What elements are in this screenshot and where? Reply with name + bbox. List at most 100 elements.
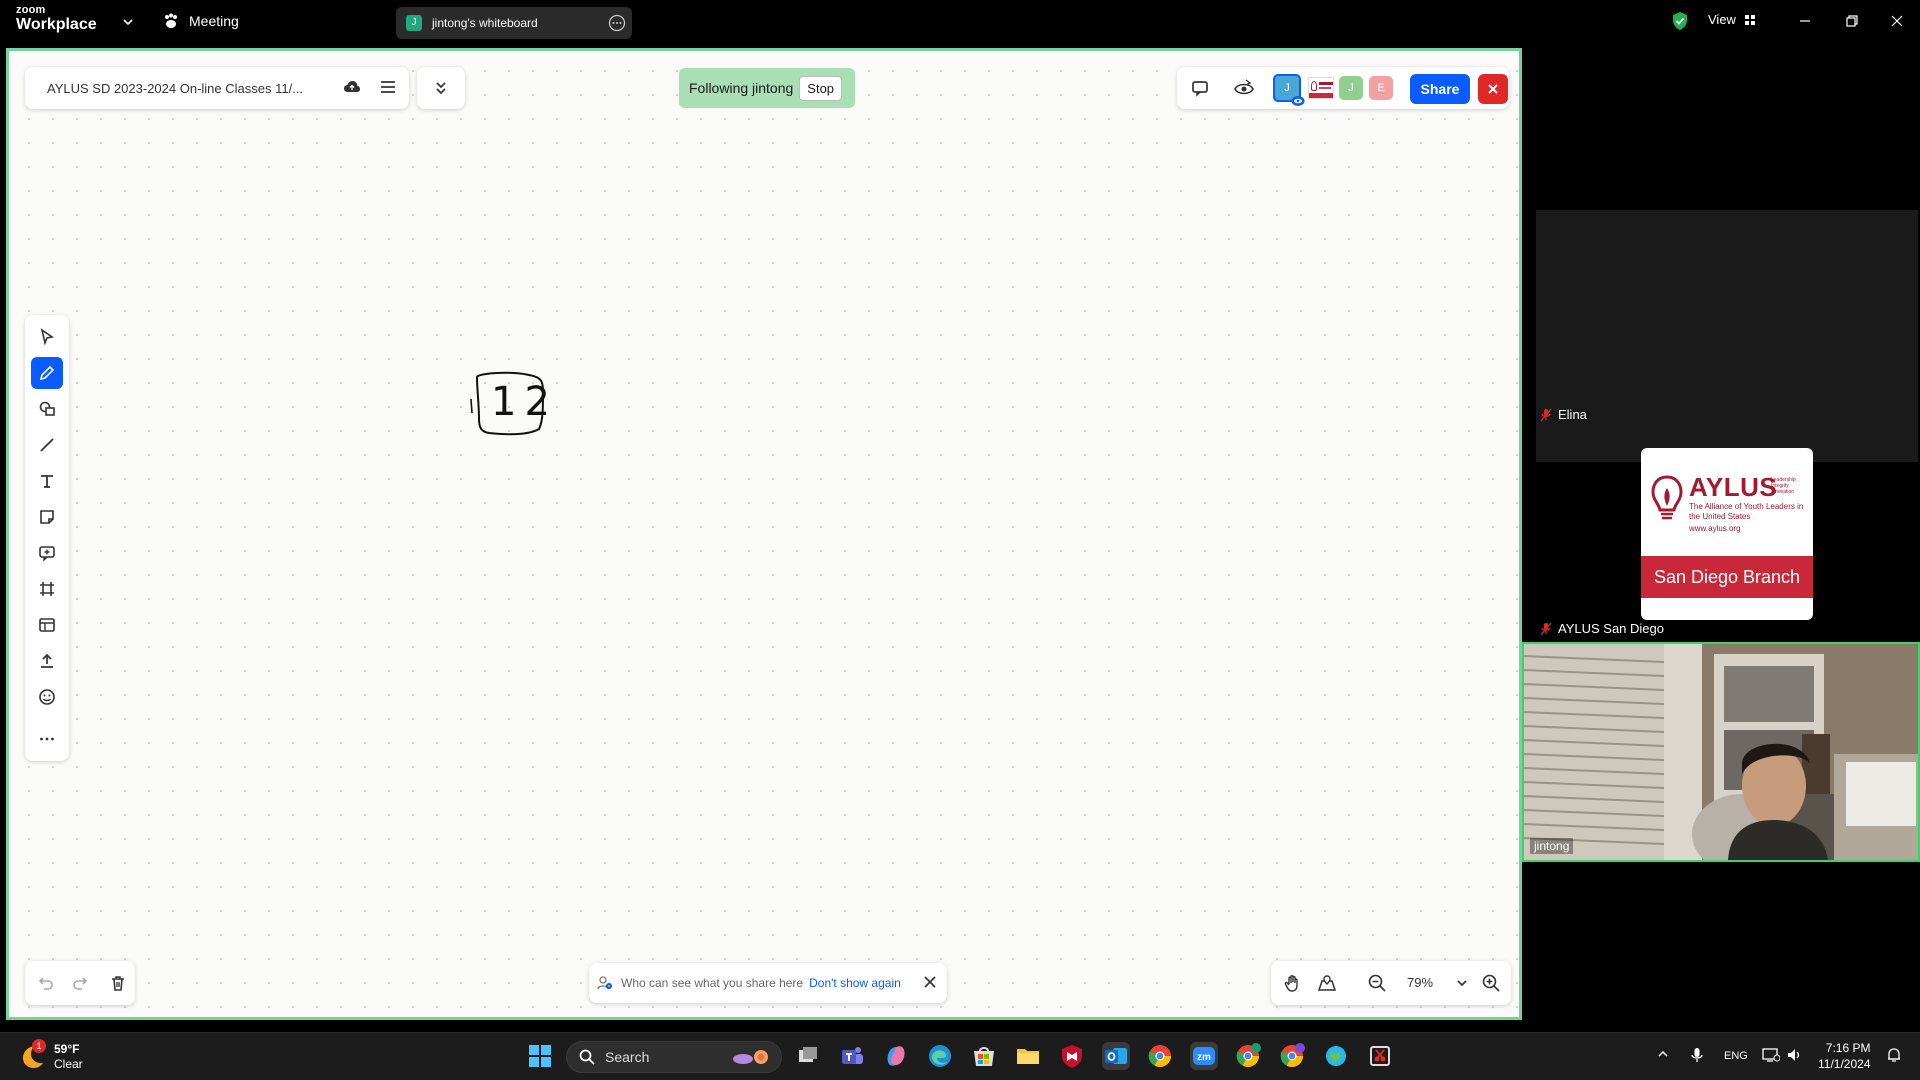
system-clock[interactable]: 7:16 PM 11/1/2024 bbox=[1818, 1040, 1871, 1072]
volume-icon[interactable] bbox=[1786, 1047, 1802, 1063]
paw-icon bbox=[162, 12, 180, 30]
search-highlight-icon bbox=[729, 1047, 773, 1067]
minimap-icon[interactable] bbox=[1317, 973, 1337, 993]
follow-eye-icon[interactable] bbox=[1233, 78, 1255, 98]
snipping-tool-icon[interactable] bbox=[1366, 1042, 1394, 1070]
whiteboard-canvas[interactable]: AYLUS SD 2023-2024 On-line Classes 11/..… bbox=[6, 48, 1522, 1020]
trash-icon[interactable] bbox=[109, 974, 127, 992]
undo-icon[interactable] bbox=[37, 974, 55, 992]
shapes-icon bbox=[38, 400, 56, 418]
meeting-button[interactable]: Meeting bbox=[162, 12, 239, 30]
line-tool[interactable] bbox=[31, 429, 63, 461]
template-tool[interactable] bbox=[31, 609, 63, 641]
reaction-tool[interactable] bbox=[31, 681, 63, 713]
taskbar-search[interactable]: Search bbox=[566, 1041, 782, 1073]
select-tool[interactable] bbox=[31, 321, 63, 353]
pen-tool[interactable] bbox=[31, 357, 63, 389]
participant-avatar[interactable]: E bbox=[1369, 76, 1393, 100]
double-chevron-down-icon bbox=[432, 79, 450, 97]
shapes-tool[interactable] bbox=[31, 393, 63, 425]
more-tools-button[interactable] bbox=[31, 723, 63, 755]
following-banner: Following jintong Stop bbox=[679, 68, 855, 108]
menu-icon[interactable] bbox=[379, 79, 397, 95]
hand-drawing[interactable]: 12 bbox=[459, 361, 559, 451]
participant-name-jintong: jintong bbox=[1530, 838, 1574, 854]
copilot-icon[interactable] bbox=[882, 1042, 910, 1070]
participant-video-jintong[interactable] bbox=[1522, 642, 1920, 862]
task-view-icon[interactable] bbox=[794, 1042, 822, 1070]
more-options-icon[interactable] bbox=[608, 14, 626, 32]
notification-bell-icon[interactable] bbox=[1886, 1047, 1902, 1063]
people-info-icon bbox=[597, 975, 613, 991]
mcafee-icon[interactable] bbox=[1058, 1042, 1086, 1070]
clock-time: 7:16 PM bbox=[1825, 1041, 1871, 1055]
chrome-profile-m-icon[interactable] bbox=[1234, 1042, 1262, 1070]
weather-widget[interactable]: 1 59°F Clear bbox=[18, 1039, 83, 1072]
participant-avatar[interactable]: J bbox=[1339, 76, 1363, 100]
zoom-workplace-logo: zoom Workplace bbox=[16, 5, 97, 33]
whiteboard-tab[interactable]: J jintong's whiteboard bbox=[396, 7, 632, 39]
edge-icon[interactable] bbox=[926, 1042, 954, 1070]
restore-icon[interactable] bbox=[1842, 11, 1862, 31]
teams-icon[interactable] bbox=[838, 1042, 866, 1070]
collapse-toolbar-button[interactable] bbox=[417, 67, 465, 109]
chrome-icon[interactable] bbox=[1146, 1042, 1174, 1070]
muted-mic-icon bbox=[1540, 622, 1552, 636]
comment-tool[interactable] bbox=[31, 537, 63, 569]
logo-tagline: Leadership Integrity Innovation bbox=[1771, 477, 1796, 495]
frame-tool[interactable] bbox=[31, 573, 63, 605]
zoom-out-icon[interactable] bbox=[1367, 973, 1387, 993]
chrome-profile-a-icon[interactable] bbox=[1278, 1042, 1306, 1070]
redo-icon[interactable] bbox=[71, 974, 89, 992]
hand-pan-icon[interactable] bbox=[1283, 973, 1303, 993]
file-explorer-icon[interactable] bbox=[1014, 1042, 1042, 1070]
participant-tile-elina[interactable] bbox=[1536, 210, 1918, 462]
weather-badge: 1 bbox=[32, 1039, 46, 1053]
following-label: Following jintong bbox=[689, 80, 794, 96]
network-icon[interactable] bbox=[1762, 1047, 1780, 1063]
weather-condition: Clear bbox=[54, 1057, 83, 1071]
aylus-avatar[interactable] bbox=[1308, 77, 1334, 99]
participant-name-elina: Elina bbox=[1540, 407, 1587, 422]
participant-name-aylus: AYLUS San Diego bbox=[1540, 621, 1664, 636]
browser-globe-icon[interactable] bbox=[1322, 1042, 1350, 1070]
view-button[interactable]: View bbox=[1708, 12, 1756, 27]
document-title[interactable]: AYLUS SD 2023-2024 On-line Classes 11/..… bbox=[47, 81, 317, 96]
sharing-info-banner: Who can see what you share here Don't sh… bbox=[589, 963, 947, 1003]
participant-name: AYLUS San Diego bbox=[1558, 621, 1664, 636]
stop-following-button[interactable]: Stop bbox=[799, 75, 843, 101]
share-button[interactable]: Share bbox=[1410, 74, 1470, 104]
microsoft-store-icon[interactable] bbox=[970, 1042, 998, 1070]
drawing-text: 12 bbox=[491, 379, 558, 425]
logo-workplace-text: Workplace bbox=[16, 16, 97, 33]
chevron-down-icon[interactable] bbox=[1455, 976, 1469, 990]
cloud-upload-icon[interactable] bbox=[343, 79, 361, 95]
logo-zoom-text: zoom bbox=[16, 4, 46, 16]
zoom-level[interactable]: 79% bbox=[1407, 975, 1433, 990]
zoom-app-icon[interactable]: zm bbox=[1190, 1042, 1218, 1070]
chevron-down-icon[interactable] bbox=[121, 15, 135, 29]
history-panel bbox=[25, 961, 135, 1005]
upload-tool[interactable] bbox=[31, 645, 63, 677]
shield-check-icon[interactable] bbox=[1671, 11, 1689, 31]
text-tool[interactable] bbox=[31, 465, 63, 497]
clock-date: 11/1/2024 bbox=[1818, 1057, 1871, 1071]
close-icon[interactable] bbox=[923, 975, 937, 989]
comment-icon[interactable] bbox=[1191, 79, 1209, 97]
zoom-controls: 79% bbox=[1271, 961, 1511, 1005]
windows-start-icon[interactable] bbox=[526, 1042, 554, 1070]
search-placeholder: Search bbox=[605, 1049, 650, 1065]
chevron-up-icon[interactable] bbox=[1656, 1047, 1670, 1061]
muted-mic-icon bbox=[1540, 408, 1552, 422]
language-indicator[interactable]: ENG bbox=[1724, 1050, 1748, 1062]
text-icon bbox=[38, 472, 56, 490]
dont-show-again-link[interactable]: Don't show again bbox=[809, 976, 901, 990]
microphone-icon[interactable] bbox=[1690, 1047, 1704, 1063]
minimize-icon[interactable] bbox=[1795, 11, 1815, 31]
outlook-icon[interactable] bbox=[1102, 1042, 1130, 1070]
logo-branch: San Diego Branch bbox=[1641, 556, 1813, 598]
close-whiteboard-button[interactable] bbox=[1478, 74, 1508, 104]
close-window-icon[interactable] bbox=[1887, 11, 1907, 31]
zoom-in-icon[interactable] bbox=[1481, 973, 1501, 993]
sticky-note-tool[interactable] bbox=[31, 501, 63, 533]
